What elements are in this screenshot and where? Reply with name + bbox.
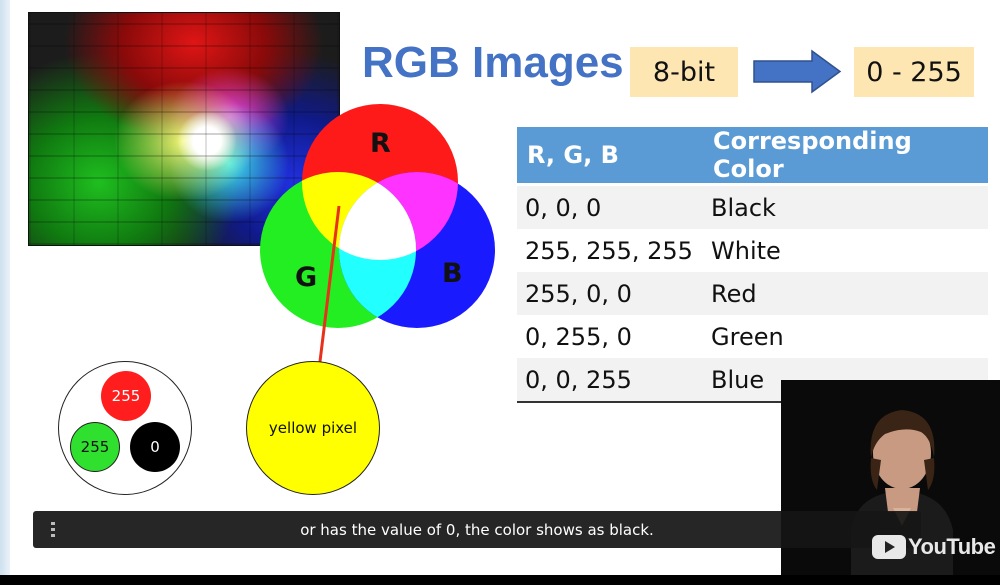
- table-cell-rgb: 0, 0, 0: [517, 184, 703, 229]
- caption-bar[interactable]: or has the value of 0, the color shows a…: [33, 511, 921, 548]
- slide-left-edge: [0, 0, 10, 575]
- caption-text: or has the value of 0, the color shows a…: [300, 520, 654, 539]
- bit-depth-label: 8-bit: [630, 47, 738, 97]
- venn-label-b: B: [442, 258, 463, 289]
- table-header-row: R, G, B Corresponding Color: [517, 127, 988, 186]
- table-cell-rgb: 255, 255, 255: [517, 229, 703, 272]
- venn-label-r: R: [370, 128, 391, 159]
- rgb-venn-diagram: R G B: [260, 104, 495, 328]
- youtube-brand-text: YouTube: [908, 534, 996, 559]
- table-row: 255, 255, 255 White: [517, 229, 988, 272]
- table-cell-color: Black: [703, 184, 988, 229]
- table-row: 255, 0, 0 Red: [517, 272, 988, 315]
- table-row: 0, 0, 0 Black: [517, 184, 988, 229]
- table-header-rgb: R, G, B: [517, 127, 703, 186]
- table-cell-color: Green: [703, 315, 988, 358]
- value-range-label: 0 - 255: [854, 47, 974, 97]
- table-cell-rgb: 255, 0, 0: [517, 272, 703, 315]
- youtube-logo[interactable]: YouTube: [872, 533, 996, 561]
- red-channel-value: 255: [101, 371, 151, 421]
- player-bottom-bar: [0, 575, 1000, 585]
- table-cell-rgb: 0, 0, 255: [517, 358, 703, 403]
- vertical-dots-icon[interactable]: [51, 522, 55, 537]
- blue-channel-value: 0: [130, 422, 180, 472]
- pixel-channel-diagram: 255 255 0: [58, 361, 192, 495]
- table-cell-rgb: 0, 255, 0: [517, 315, 703, 358]
- table-header-color: Corresponding Color: [703, 127, 988, 186]
- yellow-pixel-result: yellow pixel: [246, 361, 380, 495]
- slide-title: RGB Images: [362, 38, 624, 87]
- right-arrow-icon: [753, 49, 842, 94]
- rgb-color-table: R, G, B Corresponding Color 0, 0, 0 Blac…: [517, 127, 988, 403]
- green-channel-value: 255: [70, 422, 120, 472]
- table-row: 0, 255, 0 Green: [517, 315, 988, 358]
- youtube-play-icon: [872, 535, 906, 559]
- table-cell-color: Red: [703, 272, 988, 315]
- table-cell-color: White: [703, 229, 988, 272]
